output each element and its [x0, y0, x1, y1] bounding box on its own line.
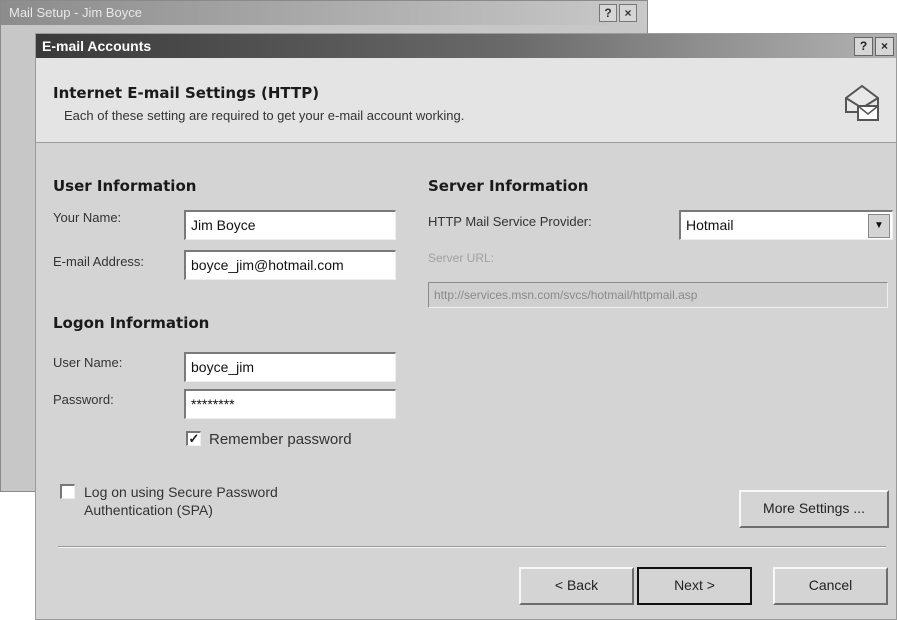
provider-label: HTTP Mail Service Provider:: [428, 214, 592, 229]
password-label: Password:: [53, 392, 114, 407]
user-name-field[interactable]: boyce_jim: [184, 352, 396, 382]
remember-password-checkbox[interactable]: ✓: [186, 431, 201, 446]
dialog-title: E-mail Accounts: [42, 38, 152, 54]
remember-password-label: Remember password: [209, 431, 352, 448]
button-separator: [58, 546, 886, 548]
help-icon[interactable]: ?: [854, 37, 873, 56]
spa-checkbox[interactable]: [60, 484, 75, 499]
email-accounts-dialog: E-mail Accounts ? × Internet E-mail Sett…: [35, 33, 897, 620]
header-heading: Internet E-mail Settings (HTTP): [53, 84, 320, 102]
help-icon[interactable]: ?: [599, 4, 617, 22]
dialog-titlebar: E-mail Accounts ? ×: [36, 34, 896, 58]
spa-label-line1: Log on using Secure Password: [84, 484, 278, 500]
close-icon[interactable]: ×: [875, 37, 894, 56]
cancel-button[interactable]: Cancel: [773, 567, 888, 605]
user-name-label: User Name:: [53, 355, 123, 370]
mail-account-icon: [845, 84, 879, 121]
your-name-label: Your Name:: [53, 210, 122, 225]
close-icon[interactable]: ×: [619, 4, 637, 22]
background-window-title: Mail Setup - Jim Boyce: [9, 5, 142, 20]
back-button[interactable]: < Back: [519, 567, 634, 605]
spa-label: Log on using Secure Password Authenticat…: [84, 483, 278, 519]
provider-select[interactable]: Hotmail ▼: [679, 210, 893, 240]
server-information-title: Server Information: [428, 177, 589, 195]
background-window-titlebar: Mail Setup - Jim Boyce ? ×: [1, 1, 647, 25]
email-address-field[interactable]: boyce_jim@hotmail.com: [184, 250, 396, 280]
provider-select-value: Hotmail: [686, 217, 734, 233]
logon-information-title: Logon Information: [53, 314, 210, 332]
header-description: Each of these setting are required to ge…: [64, 108, 465, 123]
email-address-label: E-mail Address:: [53, 254, 145, 269]
user-information-title: User Information: [53, 177, 197, 195]
password-field[interactable]: ********: [184, 389, 396, 419]
dialog-header: Internet E-mail Settings (HTTP) Each of …: [36, 58, 896, 143]
server-url-label: Server URL:: [428, 251, 495, 265]
your-name-field[interactable]: Jim Boyce: [184, 210, 396, 240]
more-settings-button[interactable]: More Settings ...: [739, 490, 889, 528]
server-url-field: http://services.msn.com/svcs/hotmail/htt…: [428, 282, 888, 308]
spa-label-line2: Authentication (SPA): [84, 502, 213, 518]
chevron-down-icon[interactable]: ▼: [868, 214, 890, 238]
next-button[interactable]: Next >: [637, 567, 752, 605]
